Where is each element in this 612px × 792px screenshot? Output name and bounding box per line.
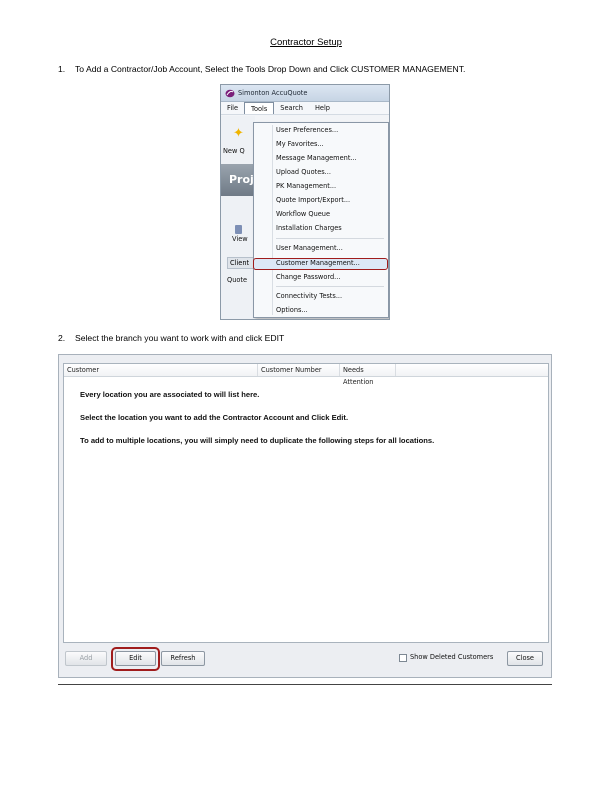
show-deleted-label[interactable]: Show Deleted Customers <box>410 653 493 661</box>
app-title: Simonton AccuQuote <box>238 89 308 97</box>
menu-item-quote-import-export[interactable]: Quote Import/Export... <box>276 196 350 204</box>
step-2: 2. Select the branch you want to work wit… <box>58 333 284 343</box>
instruction-line-1: Every location you are associated to wil… <box>80 390 260 399</box>
customer-management-screenshot: Customer Customer Number Needs Attention… <box>58 354 552 678</box>
document-divider <box>58 684 552 685</box>
quote-row[interactable]: Quote <box>227 276 247 284</box>
step-2-text: Select the branch you want to work with … <box>75 333 285 343</box>
menu-item-connectivity-tests[interactable]: Connectivity Tests... <box>276 292 342 300</box>
menu-tools[interactable]: Tools <box>244 102 275 114</box>
new-quote-star-icon[interactable]: ✦ <box>233 126 244 141</box>
step-1-text: To Add a Contractor/Job Account, Select … <box>75 64 466 74</box>
menu-item-pk-management[interactable]: PK Management... <box>276 182 336 190</box>
menubar: File Tools Search Help <box>221 102 389 115</box>
left-panel: ✦ New Q Proj View Client Quote <box>221 116 257 319</box>
column-customer-number[interactable]: Customer Number <box>258 364 340 376</box>
customer-list[interactable]: Customer Customer Number Needs Attention… <box>63 363 549 643</box>
step-2-number: 2. <box>58 333 66 343</box>
menu-separator <box>276 238 384 239</box>
menu-search[interactable]: Search <box>274 102 309 114</box>
menu-separator <box>276 286 384 287</box>
refresh-button[interactable]: Refresh <box>161 651 205 666</box>
new-quote-label[interactable]: New Q <box>223 147 245 155</box>
menu-help[interactable]: Help <box>309 102 336 114</box>
menu-item-user-preferences[interactable]: User Preferences... <box>276 126 338 134</box>
view-icon[interactable] <box>235 225 242 234</box>
menu-item-customer-management[interactable]: Customer Management... <box>276 259 360 267</box>
app-titlebar: Simonton AccuQuote <box>221 85 389 102</box>
menu-gutter <box>272 125 273 315</box>
show-deleted-checkbox[interactable] <box>399 654 407 662</box>
edit-button[interactable]: Edit <box>115 651 156 666</box>
menu-item-options[interactable]: Options... <box>276 306 308 314</box>
menu-item-change-password[interactable]: Change Password... <box>276 273 340 281</box>
close-button[interactable]: Close <box>507 651 543 666</box>
dialog-button-bar: Add Edit Refresh Show Deleted Customers … <box>59 647 551 677</box>
menu-item-upload-quotes[interactable]: Upload Quotes... <box>276 168 331 176</box>
column-needs-attention[interactable]: Needs Attention <box>340 364 396 386</box>
menu-item-user-management[interactable]: User Management... <box>276 244 343 252</box>
app-logo-icon <box>225 89 235 97</box>
menu-file[interactable]: File <box>221 102 244 114</box>
step-1-number: 1. <box>58 64 66 74</box>
menu-item-message-management[interactable]: Message Management... <box>276 154 357 162</box>
view-label[interactable]: View <box>232 235 248 243</box>
menu-item-my-favorites[interactable]: My Favorites... <box>276 140 324 148</box>
menu-item-installation-charges[interactable]: Installation Charges <box>276 224 342 232</box>
projects-header: Proj <box>221 164 255 196</box>
instruction-line-3: To add to multiple locations, you will s… <box>80 436 435 445</box>
page-title: Contractor Setup <box>270 37 342 48</box>
accuquote-menu-screenshot: Simonton AccuQuote File Tools Search Hel… <box>220 84 390 320</box>
column-customer[interactable]: Customer <box>64 364 258 376</box>
instruction-line-2: Select the location you want to add the … <box>80 413 349 422</box>
menu-item-workflow-queue[interactable]: Workflow Queue <box>276 210 330 218</box>
step-1: 1. To Add a Contractor/Job Account, Selec… <box>58 64 465 74</box>
customer-list-header: Customer Customer Number Needs Attention <box>64 364 548 386</box>
tools-dropdown-menu: User Preferences... My Favorites... Mess… <box>253 122 389 318</box>
add-button[interactable]: Add <box>65 651 107 666</box>
